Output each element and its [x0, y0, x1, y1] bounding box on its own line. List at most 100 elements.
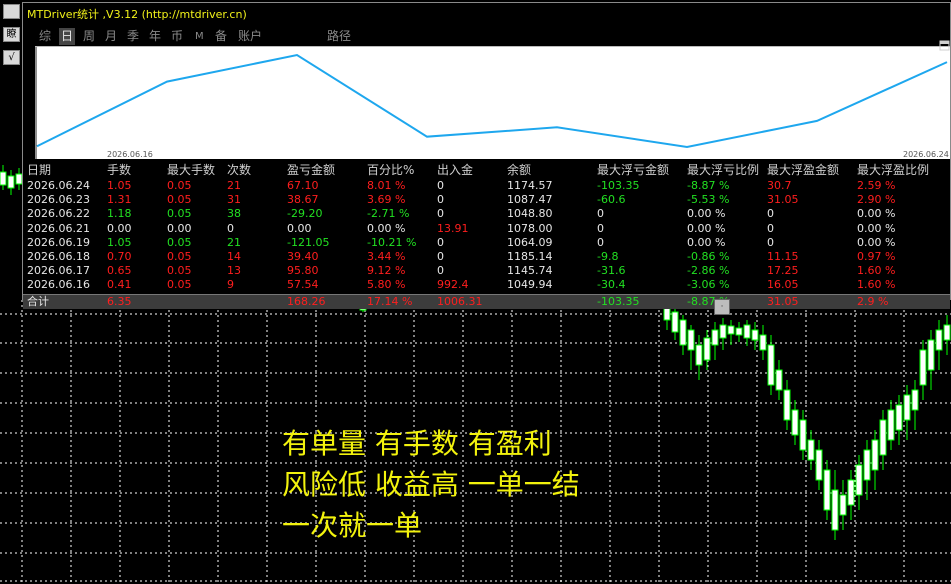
table-row: 2026.06.18 0.70 0.05 14 39.40 3.44 % 0 1185.14 -… [23, 250, 950, 264]
cell-date: 2026.06.23 [27, 193, 90, 207]
header-cash[interactable]: 出入金 [437, 163, 473, 177]
cell-max-lots: 0.05 [167, 278, 192, 292]
cell-max-lots: 0.05 [167, 207, 192, 221]
table-row: 2026.06.24 1.05 0.05 21 67.10 8.01 % 0 1174.57 -… [23, 179, 950, 193]
candle-body [695, 344, 703, 366]
cell-lots: 0.41 [107, 278, 132, 292]
tab-month[interactable]: 月 [105, 28, 117, 45]
tab-quarter[interactable]: 季 [127, 28, 139, 45]
candle-body [703, 337, 711, 361]
cell-lots: 1.05 [107, 179, 132, 192]
cell-max-float-profit-pct: 2.59 % [857, 179, 896, 192]
cell-pnl: -121.05 [287, 235, 330, 249]
header-balance[interactable]: 余额 [507, 163, 531, 177]
cell-cash: 992.4 [437, 278, 469, 292]
cell-lots: 1.05 [107, 235, 132, 249]
cell-max-float-loss: -103.35 [597, 179, 640, 192]
cell-pct: 5.80 % [367, 278, 406, 292]
cell-max-lots: 0.05 [167, 250, 192, 263]
header-pct[interactable]: 百分比% [367, 163, 414, 177]
total-cash: 1006.31 [437, 294, 483, 308]
header-max-float-profit-pct[interactable]: 最大浮盈比例 [857, 163, 929, 177]
candle-body [727, 325, 735, 335]
candle-body [855, 464, 863, 496]
side-button-top[interactable] [3, 4, 20, 19]
tab-note[interactable]: 备 [215, 28, 227, 45]
cell-pct: 0.00 % [367, 221, 406, 235]
total-max-float-loss: -103.35 [597, 294, 640, 308]
cell-max-lots: 0.05 [167, 193, 192, 207]
tab-year[interactable]: 年 [149, 28, 161, 45]
tab-week[interactable]: 周 [83, 28, 95, 45]
header-max-float-loss[interactable]: 最大浮亏金额 [597, 163, 669, 177]
cell-pnl: 57.54 [287, 278, 319, 292]
header-date[interactable]: 日期 [27, 163, 51, 177]
candle-body [823, 469, 831, 511]
cell-lots: 0.00 [107, 221, 132, 235]
cell-max-lots: 0.05 [167, 235, 192, 249]
cell-cash: 0 [437, 193, 444, 207]
candle-body [671, 311, 679, 333]
side-button-mid[interactable]: 瞭 [3, 27, 20, 42]
cell-max-float-loss: -30.4 [597, 278, 626, 292]
cell-max-float-profit-pct: 0.97 % [857, 250, 896, 263]
cell-max-lots: 0.00 [167, 221, 192, 235]
tab-currency[interactable]: 币 [171, 28, 183, 45]
header-pnl[interactable]: 盈亏金额 [287, 163, 335, 177]
total-lots: 6.35 [107, 294, 132, 308]
cell-cash: 0 [437, 264, 444, 278]
total-max-float-profit-pct: 2.9 % [857, 294, 889, 308]
header-max-lots[interactable]: 最大手数 [167, 163, 215, 177]
header-max-float-profit[interactable]: 最大浮盈金额 [767, 163, 839, 177]
panel-title: MTDriver统计 ,V3.12 (http://mtdriver.cn) [27, 8, 247, 21]
tab-path[interactable]: 路径 [327, 28, 351, 45]
cell-cash: 0 [437, 250, 444, 263]
header-lots[interactable]: 手数 [107, 163, 131, 177]
cell-max-float-profit-pct: 1.60 % [857, 264, 896, 278]
cell-count: 31 [227, 193, 241, 207]
tab-account[interactable]: 账户 [238, 28, 262, 45]
promo-line-3: 一次就一单 [282, 509, 423, 542]
cell-cash: 0 [437, 207, 444, 221]
candle-body [863, 449, 871, 481]
cell-max-float-loss: 0 [597, 235, 604, 249]
cell-max-float-profit-pct: 0.00 % [857, 221, 896, 235]
header-max-float-loss-pct[interactable]: 最大浮亏比例 [687, 163, 759, 177]
candle-body [943, 324, 951, 341]
cell-pct: 3.69 % [367, 193, 406, 207]
side-button-check[interactable]: √ [3, 50, 20, 65]
header-count[interactable]: 次数 [227, 163, 251, 177]
cell-max-float-profit: 0 [767, 221, 774, 235]
candle-body [791, 409, 799, 436]
cell-count: 21 [227, 179, 241, 192]
cell-lots: 1.31 [107, 193, 132, 207]
cell-pnl: 39.40 [287, 250, 319, 263]
cell-lots: 0.70 [107, 250, 132, 263]
candle-body [711, 329, 719, 346]
candle-body [759, 334, 767, 351]
cell-max-float-loss-pct: -8.87 % [687, 179, 730, 192]
cell-max-float-loss-pct: 0.00 % [687, 221, 726, 235]
candle-body [807, 439, 815, 461]
panel-resize-handle[interactable]: · [714, 299, 730, 315]
cell-max-float-profit: 0 [767, 235, 774, 249]
cell-max-float-loss-pct: -2.86 % [687, 264, 730, 278]
candle-body [687, 329, 695, 351]
window-corner-icon[interactable] [939, 40, 950, 51]
cell-date: 2026.06.18 [27, 250, 90, 263]
tab-summary[interactable]: 综 [39, 28, 51, 45]
total-pnl: 168.26 [287, 294, 326, 308]
candle-body [879, 419, 887, 456]
table-row: 2026.06.23 1.31 0.05 31 38.67 3.69 % 0 1087.47 -… [23, 193, 950, 207]
cell-balance: 1064.09 [507, 235, 553, 249]
cell-date: 2026.06.24 [27, 179, 90, 192]
tab-m[interactable]: M [195, 28, 204, 45]
cell-count: 14 [227, 250, 241, 263]
tab-day[interactable]: 日 [59, 28, 76, 45]
candle-body [919, 349, 927, 386]
candle-body [839, 494, 847, 516]
cell-balance: 1049.94 [507, 278, 553, 292]
cell-balance: 1145.74 [507, 264, 553, 278]
cell-max-float-profit: 0 [767, 207, 774, 221]
candle-body [775, 369, 783, 391]
